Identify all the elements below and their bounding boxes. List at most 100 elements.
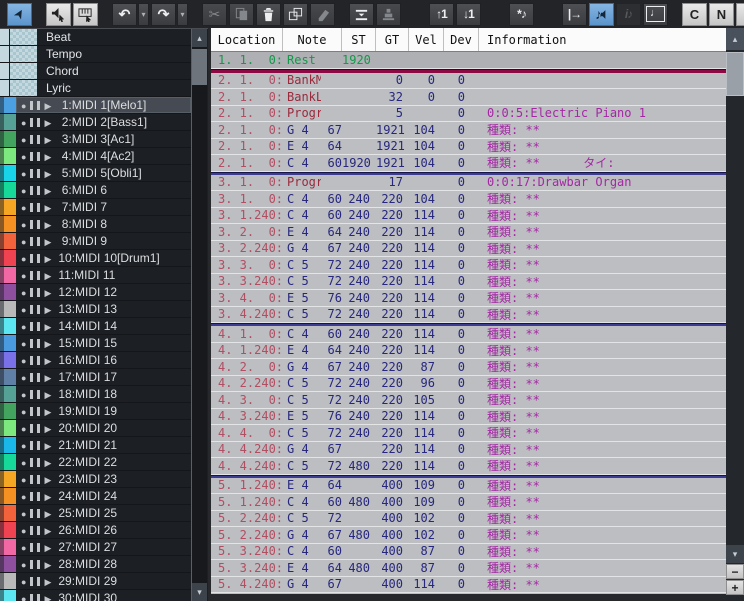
record-icon[interactable] [21, 487, 26, 505]
midi-track-row[interactable]: 7:MIDI 7 [0, 199, 191, 216]
pause-icon[interactable] [30, 169, 40, 178]
track-scrollbar-track[interactable] [192, 85, 207, 583]
play-icon[interactable] [44, 164, 51, 182]
play-icon[interactable] [44, 555, 51, 573]
record-icon[interactable] [21, 96, 26, 114]
pause-icon[interactable] [30, 560, 40, 569]
event-row[interactable]: 4. 4. 0:C 5722402201140種類: ** [211, 425, 726, 442]
event-row[interactable]: 5. 3.240:E 464480400870種類: ** [211, 560, 726, 577]
pause-icon[interactable] [30, 305, 40, 314]
event-row[interactable]: 1. 1. 0:Rest1920 [211, 52, 726, 69]
event-row[interactable]: 2. 1. 0:BankMSB000 [211, 73, 726, 90]
midi-track-row[interactable]: 27:MIDI 27 [0, 539, 191, 556]
midi-track-row[interactable]: 28:MIDI 28 [0, 556, 191, 573]
pause-icon[interactable] [30, 373, 40, 382]
record-icon[interactable] [21, 589, 26, 601]
pause-icon[interactable] [30, 288, 40, 297]
record-icon[interactable] [21, 385, 26, 403]
pause-icon[interactable] [30, 475, 40, 484]
event-row[interactable]: 4. 1. 0:C 4602402201140種類: ** [211, 326, 726, 343]
pause-icon[interactable] [30, 271, 40, 280]
event-row[interactable]: 4. 3.240:E 5762402201140種類: ** [211, 409, 726, 426]
pause-icon[interactable] [30, 577, 40, 586]
redo-dropdown-icon[interactable]: ▾ [177, 3, 188, 26]
play-icon[interactable] [44, 198, 51, 216]
pause-icon[interactable] [30, 254, 40, 263]
record-icon[interactable] [21, 181, 26, 199]
record-icon[interactable] [21, 198, 26, 216]
play-icon[interactable] [44, 385, 51, 403]
pointer-tool-icon[interactable]: ➤ [7, 3, 32, 26]
play-icon[interactable] [44, 589, 51, 601]
play-icon[interactable] [44, 334, 51, 352]
event-row[interactable]: 5. 2.240:C 5724001020種類: ** [211, 511, 726, 528]
record-icon[interactable] [21, 402, 26, 420]
quantize-filter-icon[interactable] [349, 3, 374, 26]
midi-track-row[interactable]: 25:MIDI 25 [0, 505, 191, 522]
event-row[interactable]: 4. 4.240:C 5724802201140種類: ** [211, 458, 726, 475]
event-row[interactable]: 2. 1. 0:Program500:0:5:Electric Piano 1 [211, 106, 726, 123]
pause-icon[interactable] [30, 237, 40, 246]
piano-audition-icon[interactable] [73, 3, 98, 26]
scroll-down-icon[interactable] [726, 545, 744, 563]
event-row[interactable]: 3. 3.240:C 5722402201140種類: ** [211, 274, 726, 291]
pause-icon[interactable] [30, 458, 40, 467]
play-icon[interactable] [44, 572, 51, 590]
event-row[interactable]: 3. 2. 0:E 4642402201140種類: ** [211, 224, 726, 241]
pause-icon[interactable] [30, 526, 40, 535]
record-icon[interactable] [21, 232, 26, 250]
play-icon[interactable] [44, 215, 51, 233]
record-icon[interactable] [21, 317, 26, 335]
track-list-scrollbar[interactable] [192, 29, 207, 601]
midi-track-row[interactable]: 15:MIDI 15 [0, 335, 191, 352]
quarter-note-box-icon[interactable]: ♩ [643, 3, 668, 26]
play-note-icon[interactable]: ♪ [589, 3, 614, 26]
play-icon[interactable] [44, 504, 51, 522]
pause-icon[interactable] [30, 543, 40, 552]
pause-icon[interactable] [30, 441, 40, 450]
record-icon[interactable] [21, 572, 26, 590]
event-row[interactable]: 2. 1. 0:BankLSB3200 [211, 89, 726, 106]
pause-icon[interactable] [30, 118, 40, 127]
paste-overlap-icon[interactable] [283, 3, 308, 26]
event-scrollbar-track[interactable] [726, 96, 744, 545]
pause-icon[interactable] [30, 390, 40, 399]
pause-icon[interactable] [30, 492, 40, 501]
midi-track-row[interactable]: 11:MIDI 11 [0, 267, 191, 284]
event-row[interactable]: 4. 4.240:G 4672201140種類: ** [211, 442, 726, 459]
midi-track-row[interactable]: 29:MIDI 29 [0, 573, 191, 590]
play-icon[interactable] [44, 436, 51, 454]
event-row[interactable]: 4. 2.240:C 572240220960種類: ** [211, 376, 726, 393]
n-button[interactable]: N [709, 3, 734, 26]
play-icon[interactable] [44, 470, 51, 488]
play-icon[interactable] [44, 368, 51, 386]
play-icon[interactable] [44, 249, 51, 267]
midi-track-row[interactable]: 13:MIDI 13 [0, 301, 191, 318]
c-button[interactable]: C [682, 3, 707, 26]
record-icon[interactable] [21, 130, 26, 148]
play-icon[interactable] [44, 147, 51, 165]
pause-icon[interactable] [30, 424, 40, 433]
midi-track-row[interactable]: 19:MIDI 19 [0, 403, 191, 420]
event-row[interactable]: 3. 2.240:G 4672402201140種類: ** [211, 241, 726, 258]
record-icon[interactable] [21, 266, 26, 284]
event-note-icon[interactable]: *♪ [509, 3, 534, 26]
midi-track-row[interactable]: 16:MIDI 16 [0, 352, 191, 369]
play-icon[interactable] [44, 266, 51, 284]
eraser-icon[interactable] [310, 3, 335, 26]
play-icon[interactable] [44, 351, 51, 369]
cut-icon[interactable]: ✂ [202, 3, 227, 26]
copy-icon[interactable] [229, 3, 254, 26]
pause-icon[interactable] [30, 152, 40, 161]
event-row[interactable]: 3. 1. 0:Program1700:0:17:Drawbar Organ [211, 175, 726, 192]
record-icon[interactable] [21, 453, 26, 471]
event-row[interactable]: 5. 1.240:C 4604804001090種類: ** [211, 494, 726, 511]
info-note-icon[interactable]: i♪ [616, 3, 641, 26]
midi-track-row[interactable]: 10:MIDI 10[Drum1] [0, 250, 191, 267]
event-row[interactable]: 3. 4.240:C 5722402201140種類: ** [211, 307, 726, 324]
play-icon[interactable] [44, 130, 51, 148]
zoom-out-button[interactable]: − [726, 564, 744, 579]
scroll-up-icon[interactable] [726, 28, 744, 50]
pause-icon[interactable] [30, 407, 40, 416]
record-icon[interactable] [21, 249, 26, 267]
